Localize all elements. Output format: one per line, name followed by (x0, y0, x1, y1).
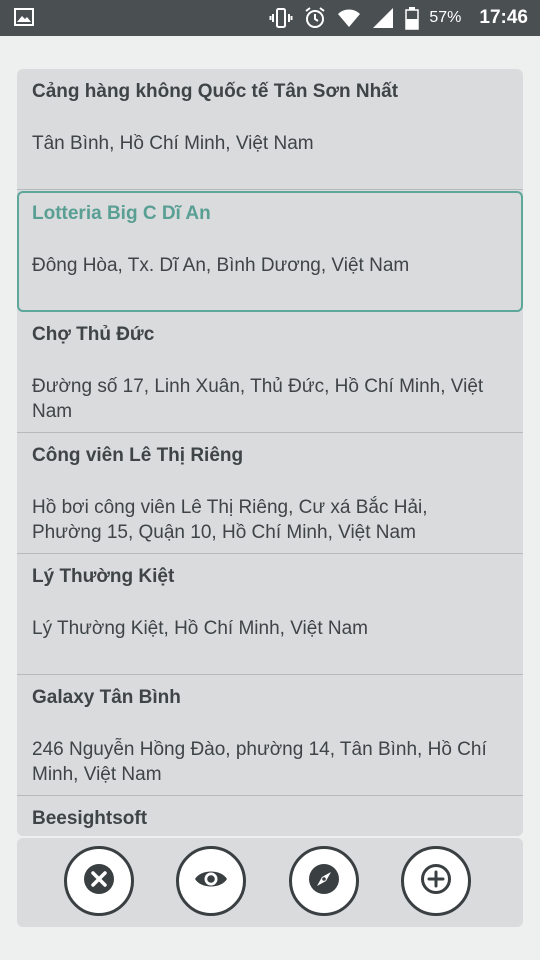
status-icons: 57% 17:46 (269, 0, 528, 36)
place-address: Đông Hòa, Tx. Dĩ An, Bình Dương, Việt Na… (32, 255, 410, 276)
place-address: Hồ bơi công viên Lê Thị Riêng, Cư xá Bắc… (32, 497, 428, 543)
list-item[interactable]: Beesightsoft (17, 796, 523, 836)
action-bar (17, 838, 523, 927)
place-name: Galaxy Tân Bình (32, 687, 181, 708)
status-bar: 57% 17:46 (0, 0, 540, 36)
wifi-icon (337, 6, 361, 30)
plus-icon (419, 862, 453, 901)
battery-percent: 57% (429, 9, 462, 26)
list-item[interactable]: Galaxy Tân Bình 246 Nguyễn Hồng Đào, phư… (17, 675, 523, 796)
place-address: Lý Thường Kiệt, Hồ Chí Minh, Việt Nam (32, 618, 369, 639)
list-item[interactable]: Lý Thường Kiệt Lý Thường Kiệt, Hồ Chí Mi… (17, 554, 523, 675)
battery-icon (405, 6, 420, 30)
list-item[interactable]: Cảng hàng không Quốc tế Tân Sơn Nhất Tân… (17, 69, 523, 190)
signal-icon (371, 6, 395, 30)
compass-icon (307, 862, 341, 901)
list-item-selected[interactable]: Lotteria Big C Dĩ An Đông Hòa, Tx. Dĩ An… (17, 191, 523, 312)
vibrate-icon (269, 6, 293, 30)
list-item[interactable]: Chợ Thủ Đức Đường số 17, Linh Xuân, Thủ … (17, 312, 523, 433)
place-address: 246 Nguyễn Hồng Đào, phường 14, Tân Bình… (32, 739, 487, 785)
place-name: Beesightsoft (32, 808, 148, 829)
place-address: Đường số 17, Linh Xuân, Thủ Đức, Hồ Chí … (32, 376, 484, 422)
add-button[interactable] (401, 846, 471, 916)
eye-icon (194, 862, 228, 901)
clock: 17:46 (479, 7, 528, 28)
navigate-button[interactable] (289, 846, 359, 916)
place-address: Tân Bình, Hồ Chí Minh, Việt Nam (32, 133, 314, 154)
place-name: Công viên Lê Thị Riêng (32, 445, 244, 466)
list-item[interactable]: Công viên Lê Thị Riêng Hồ bơi công viên … (17, 433, 523, 554)
place-name: Chợ Thủ Đức (32, 324, 155, 345)
image-icon (14, 7, 34, 27)
close-icon (82, 862, 116, 901)
place-name: Cảng hàng không Quốc tế Tân Sơn Nhất (32, 81, 399, 102)
places-list[interactable]: Cảng hàng không Quốc tế Tân Sơn Nhất Tân… (17, 69, 523, 836)
alarm-icon (303, 6, 327, 30)
view-button[interactable] (176, 846, 246, 916)
place-name: Lý Thường Kiệt (32, 566, 175, 587)
close-button[interactable] (64, 846, 134, 916)
place-name: Lotteria Big C Dĩ An (32, 203, 211, 224)
